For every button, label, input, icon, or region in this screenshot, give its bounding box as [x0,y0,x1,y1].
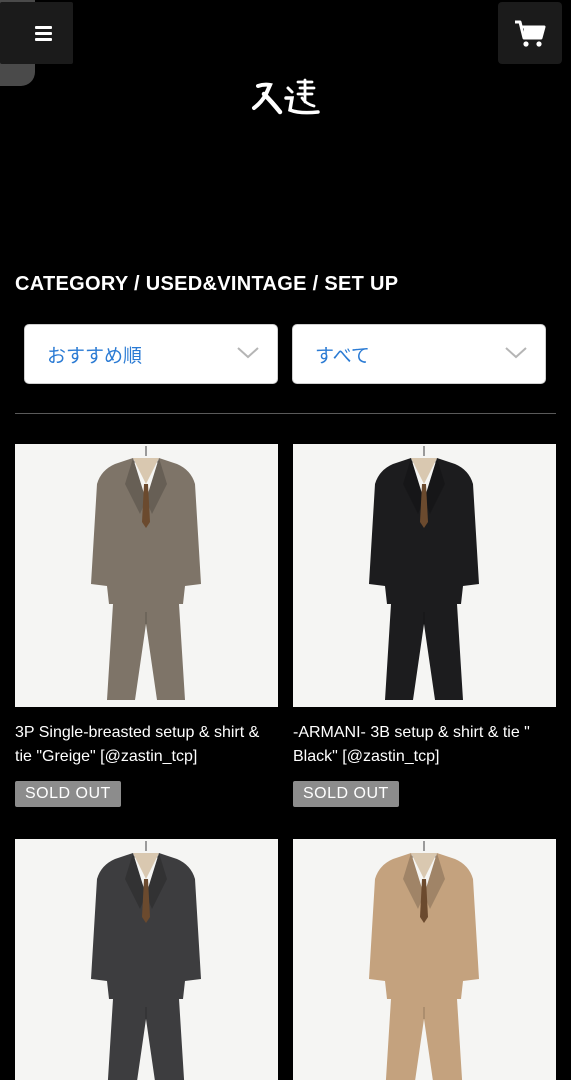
product-card[interactable] [293,839,556,1080]
sort-select[interactable]: おすすめ順 [24,324,278,384]
sold-out-badge: SOLD OUT [293,781,399,807]
cart-icon [515,20,546,47]
product-title[interactable]: -ARMANI- 3B setup & shirt & tie " Black"… [293,721,556,769]
hamburger-icon [35,26,52,41]
sort-select-value: おすすめ順 [47,345,143,367]
product-card[interactable] [15,839,278,1080]
suit-illustration [369,446,479,700]
sold-out-badge: SOLD OUT [15,781,121,807]
cart-button[interactable] [498,2,562,64]
chevron-down-icon [237,347,259,359]
product-image[interactable] [293,839,556,1080]
product-image[interactable] [293,444,556,707]
logo-calligraphy [252,78,320,115]
product-image[interactable] [15,839,278,1080]
chevron-down-icon [505,347,527,359]
product-image[interactable] [15,444,278,707]
divider [15,413,556,414]
product-card[interactable]: -ARMANI- 3B setup & shirt & tie " Black"… [293,444,556,807]
suit-illustration [91,841,201,1080]
category-select[interactable]: すべて [292,324,546,384]
breadcrumb: CATEGORY / USED&VINTAGE / SET UP [15,273,399,295]
menu-button[interactable] [0,2,73,64]
product-card[interactable]: 3P Single-breasted setup & shirt & tie "… [15,444,278,807]
product-title[interactable]: 3P Single-breasted setup & shirt & tie "… [15,721,278,769]
suit-illustration [369,841,479,1080]
suit-illustration [91,446,201,700]
category-select-value: すべて [315,345,370,367]
shop-logo[interactable] [250,76,322,118]
